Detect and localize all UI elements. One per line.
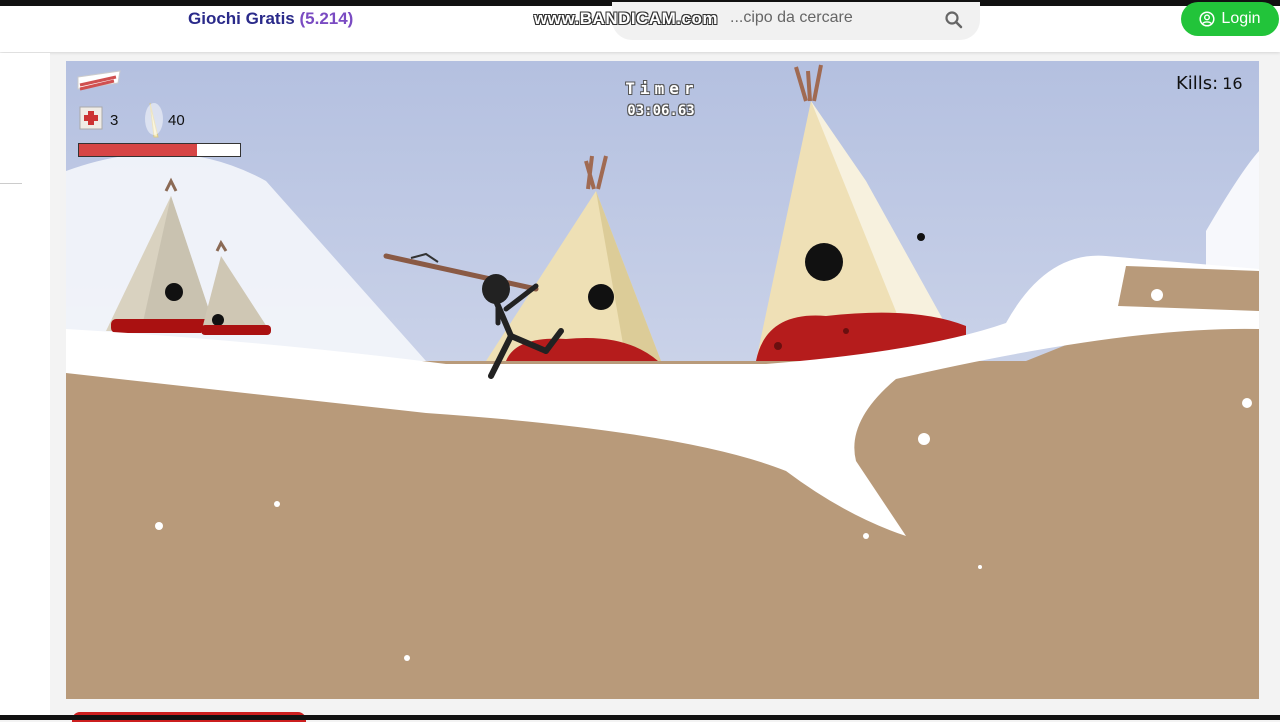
login-label: Login [1221, 10, 1261, 27]
timer-label: Timer [625, 79, 699, 98]
game-scene [66, 61, 1259, 699]
sidebar-divider [0, 183, 22, 184]
kills-value: 16 [1222, 74, 1243, 93]
site-header: Giochi Gratis (5.214) ...cipo da cercare… [0, 0, 1280, 52]
site-title-text[interactable]: Giochi Gratis [188, 9, 295, 28]
kills-counter: Kills: 16 [1176, 73, 1243, 94]
bottom-black-strip [0, 715, 1280, 720]
game-canvas[interactable]: 3 40 Timer 03:06.63 Kills: 16 [66, 61, 1259, 699]
site-title[interactable]: Giochi Gratis (5.214) [188, 9, 353, 29]
timer-value: 03:06.63 [627, 103, 695, 119]
ground-ledge [1118, 266, 1259, 311]
left-sidebar [0, 53, 50, 720]
user-circle-icon [1199, 11, 1215, 27]
health-bar-fill [79, 144, 197, 156]
medkit-icon [79, 106, 103, 130]
bandicam-watermark: www.BANDICAM.com [534, 9, 718, 28]
search-input[interactable]: ...cipo da cercare [730, 9, 853, 27]
search-icon[interactable] [944, 10, 964, 30]
kills-label: Kills: [1176, 73, 1219, 94]
ammo-count: 40 [168, 112, 185, 129]
site-title-count: (5.214) [299, 9, 354, 28]
login-button[interactable]: Login [1181, 2, 1279, 36]
medkit-count: 3 [110, 112, 119, 129]
health-bar [78, 143, 241, 157]
